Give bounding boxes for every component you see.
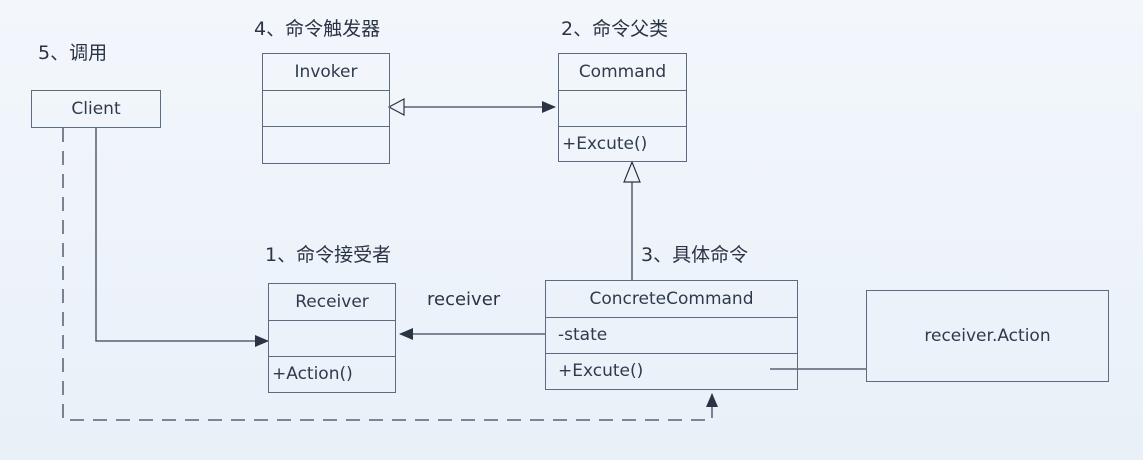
command-excute-method: +Excute() [562, 133, 648, 154]
command-class[interactable]: Command +Excute() [558, 53, 687, 162]
invoker-aggregation-head [387, 98, 405, 116]
concrete-command-class[interactable]: ConcreteCommand -state +Excute() [545, 280, 798, 390]
receiver-action-method: +Action() [272, 364, 353, 384]
concrete-role-label: 3、具体命令 [641, 244, 749, 266]
command-role-label: 2、命令父类 [561, 18, 669, 40]
client-class[interactable]: Client [31, 90, 161, 128]
client-receiver-association [95, 128, 269, 347]
uml-diagram-canvas: 5、调用 4、命令触发器 2、命令父类 1、命令接受者 3、具体命令 recei… [0, 0, 1143, 460]
command-class-name: Command [578, 61, 667, 82]
receiver-attributes-section [269, 320, 395, 356]
invoker-class[interactable]: Invoker [262, 53, 390, 164]
client-class-name: Client [71, 98, 121, 119]
invoker-role-label: 4、命令触发器 [254, 18, 381, 40]
concrete-state-attribute: -state [558, 325, 608, 345]
client-role-label: 5、调用 [38, 42, 108, 64]
receiver-action-note[interactable]: receiver.Action [866, 290, 1109, 382]
receiver-class-name: Receiver [295, 291, 369, 312]
invoker-class-name: Invoker [294, 61, 358, 82]
command-attributes-section [559, 90, 686, 126]
receiver-class[interactable]: Receiver +Action() [268, 283, 396, 393]
invoker-attributes-section [263, 90, 389, 126]
inheritance-triangle [623, 160, 641, 183]
concrete-excute-method: +Excute() [558, 361, 644, 381]
receiver-role-label: 1、命令接受者 [265, 244, 392, 266]
concrete-command-class-name: ConcreteCommand [589, 288, 754, 309]
note-text: receiver.Action [924, 326, 1051, 346]
invoker-methods-section [263, 126, 389, 163]
receiver-association-label: receiver [427, 289, 501, 310]
